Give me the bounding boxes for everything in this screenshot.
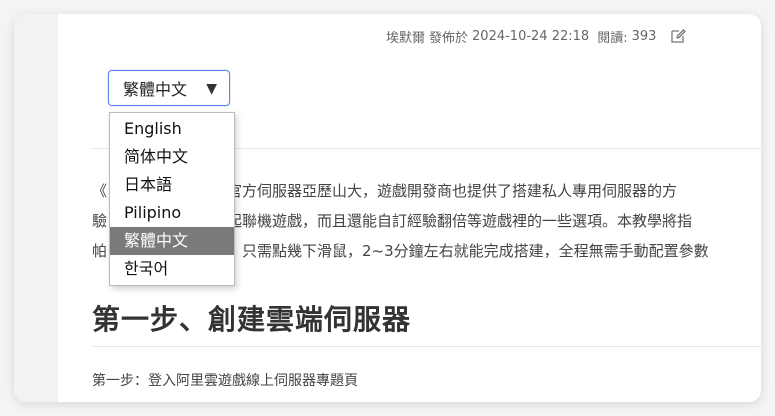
views-label: 閱讀: [597,31,628,46]
language-select[interactable]: 繁體中文 ▼ [108,70,230,106]
language-select-value: 繁體中文 [123,80,188,99]
language-option-simplified-chinese[interactable]: 简体中文 [110,143,234,171]
chevron-down-icon: ▼ [206,81,217,97]
section-heading: 第一步、創建雲端伺服器 [92,303,412,336]
language-option-filipino[interactable]: Pilipino [110,199,234,227]
published-date: 2024-10-24 22:18 [472,29,590,44]
article-card: 埃默爾 發佈於 2024-10-24 22:18 閱讀: 393 繁體中文 ▼ … [14,14,761,402]
published-label: 發佈於 [429,31,469,46]
language-option-korean[interactable]: 한국어 [110,255,234,283]
edit-icon[interactable] [670,28,687,44]
article-meta: 埃默爾 發佈於 2024-10-24 22:18 閱讀: 393 [386,27,687,46]
language-dropdown-menu: English 简体中文 日本語 Pilipino 繁體中文 한국어 [109,112,235,286]
author-name[interactable]: 埃默爾 [386,27,425,46]
views-count: 393 [631,29,657,44]
language-option-japanese[interactable]: 日本語 [110,171,234,199]
language-option-traditional-chinese[interactable]: 繁體中文 [110,227,234,255]
step-text: 第一步：登入阿里雲遊戲線上伺服器專題頁 [92,373,358,389]
left-gutter [14,14,58,402]
language-option-english[interactable]: English [110,115,234,143]
heading-divider [92,346,761,347]
